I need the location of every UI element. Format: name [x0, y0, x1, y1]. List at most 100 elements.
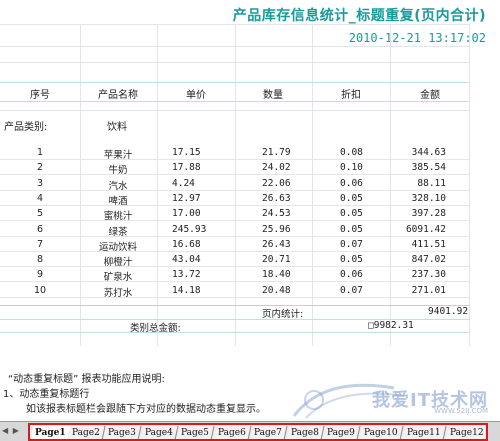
sheet-tab-bar: ◀ ▶ Page1 Page2 Page3 Page4 Page5 Page6 Page7 P… — [0, 421, 500, 441]
table-row — [0, 236, 470, 237]
page-total-row — [0, 305, 470, 318]
table-cell-name: 蜜桃汁 — [103, 211, 133, 222]
table-row — [0, 281, 470, 282]
tab-page8[interactable]: Page8 — [286, 426, 324, 439]
table-cell-discount: 0.05 — [340, 208, 363, 219]
tab-label: Page5 — [181, 428, 209, 438]
category-total-label: 类别总金额: — [130, 323, 181, 334]
table-cell-id: 1 — [36, 147, 44, 158]
tab-page11[interactable]: Page11 — [402, 426, 446, 439]
table-cell-name: 牛奶 — [108, 165, 128, 176]
column-header-discount: 折扣 — [341, 90, 361, 101]
tab-label: Page9 — [327, 428, 355, 438]
table-cell-name: 苏打水 — [103, 288, 133, 299]
table-cell-qty: 21.79 — [262, 147, 291, 158]
table-cell-amount: 411.51 — [411, 239, 446, 250]
table-cell-discount: 0.08 — [340, 147, 363, 158]
table-cell-qty: 25.96 — [262, 224, 291, 235]
report-sheet: 产品库存信息统计_标题重复(页内合计) 2010-12-21 13:17:02 … — [0, 0, 500, 421]
table-cell-price: 13.72 — [172, 269, 201, 280]
table-cell-qty: 20.71 — [262, 254, 291, 265]
table-cell-discount: 0.10 — [340, 162, 363, 173]
table-cell-id: 6 — [36, 224, 44, 235]
table-row — [0, 190, 470, 191]
table-cell-price: 4.24 — [172, 178, 195, 189]
table-cell-amount: 237.30 — [411, 269, 446, 280]
tab-label: Page4 — [144, 428, 173, 438]
table-cell-price: 12.97 — [172, 193, 201, 204]
table-cell-price: 16.68 — [172, 239, 201, 250]
table-cell-price: 17.88 — [172, 162, 201, 173]
table-cell-name: 汽水 — [108, 181, 128, 192]
table-cell-name: 运动饮料 — [98, 242, 138, 253]
table-cell-discount: 0.05 — [340, 224, 363, 235]
tab-page4[interactable]: Page4 — [140, 426, 178, 439]
table-cell-name: 绿茶 — [108, 227, 128, 238]
table-cell-qty: 20.48 — [262, 285, 291, 296]
table-cell-price: 14.18 — [172, 285, 201, 296]
tab-page10[interactable]: Page10 — [359, 426, 403, 439]
table-cell-qty: 24.53 — [262, 208, 291, 219]
tab-label: Page7 — [254, 428, 282, 438]
table-cell-qty: 18.40 — [262, 269, 291, 280]
tab-page7[interactable]: Page7 — [249, 426, 288, 439]
tab-label: Page8 — [290, 428, 319, 438]
table-cell-name: 啤酒 — [108, 196, 128, 207]
tab-page6[interactable]: Page6 — [213, 426, 251, 439]
tab-label: Page6 — [217, 428, 246, 438]
table-cell-amount: 6091.42 — [405, 224, 446, 235]
tab-label: Page3 — [108, 428, 136, 438]
tab-label: Page10 — [363, 428, 398, 438]
report-timestamp: 2010-12-21 13:17:02 — [348, 31, 486, 45]
table-cell-qty: 24.02 — [262, 162, 291, 173]
tab-page3[interactable]: Page3 — [103, 426, 142, 439]
table-cell-amount: 847.02 — [411, 254, 446, 265]
table-row — [0, 220, 470, 221]
tab-scroll-arrows-icon[interactable]: ◀ ▶ — [2, 426, 20, 435]
table-cell-id: 8 — [36, 254, 44, 265]
column-header-band — [0, 82, 470, 102]
table-cell-id: 10 — [33, 285, 47, 296]
tab-page12[interactable]: Page12 — [445, 426, 486, 439]
table-cell-amount: 397.28 — [411, 208, 446, 219]
report-title: 产品库存信息统计_标题重复(页内合计) — [232, 8, 486, 24]
table-cell-id: 5 — [36, 208, 44, 219]
tab-page1[interactable]: Page1 — [30, 426, 72, 439]
table-cell-qty: 26.43 — [262, 239, 291, 250]
table-cell-name: 苹果汁 — [103, 150, 133, 161]
table-row — [0, 174, 470, 175]
table-row — [0, 159, 470, 160]
tab-label: Page12 — [449, 428, 484, 438]
table-cell-price: 43.04 — [172, 254, 201, 265]
table-cell-amount: 385.54 — [411, 162, 446, 173]
tab-page5[interactable]: Page5 — [176, 426, 215, 439]
tab-label: Page2 — [71, 428, 100, 438]
column-header-name: 产品名称 — [98, 90, 138, 101]
table-cell-price: 245.93 — [172, 224, 207, 235]
sheet-tabs: Page1 Page2 Page3 Page4 Page5 Page6 Page7 Page8… — [28, 423, 488, 441]
tab-label: Page11 — [406, 428, 441, 438]
table-cell-amount: 271.01 — [411, 285, 446, 296]
table-cell-discount: 0.05 — [340, 254, 363, 265]
table-cell-name: 矿泉水 — [103, 272, 133, 283]
table-cell-discount: 0.07 — [340, 239, 363, 250]
column-header-id: 序号 — [30, 90, 50, 101]
table-row — [0, 205, 470, 206]
table-cell-id: 4 — [36, 193, 44, 204]
table-cell-id: 2 — [36, 162, 44, 173]
tab-page2[interactable]: Page2 — [67, 426, 105, 439]
tab-page9[interactable]: Page9 — [322, 426, 361, 439]
table-cell-amount: 344.63 — [411, 147, 446, 158]
table-cell-discount: 0.05 — [340, 193, 363, 204]
watermark-subtext: WWW.52IJ.COM — [434, 407, 488, 415]
tab-label: Page1 — [35, 428, 66, 438]
table-cell-discount: 0.07 — [340, 285, 363, 296]
table-row — [0, 266, 470, 267]
column-header-amount: 金额 — [420, 90, 440, 101]
table-row — [0, 251, 470, 252]
table-cell-id: 3 — [36, 178, 44, 189]
table-cell-qty: 22.06 — [262, 178, 291, 189]
category-value: 饮料 — [107, 122, 127, 133]
notes-heading: “动态重复标题” 报表功能应用说明: — [8, 374, 165, 385]
column-header-price: 单价 — [186, 90, 206, 101]
